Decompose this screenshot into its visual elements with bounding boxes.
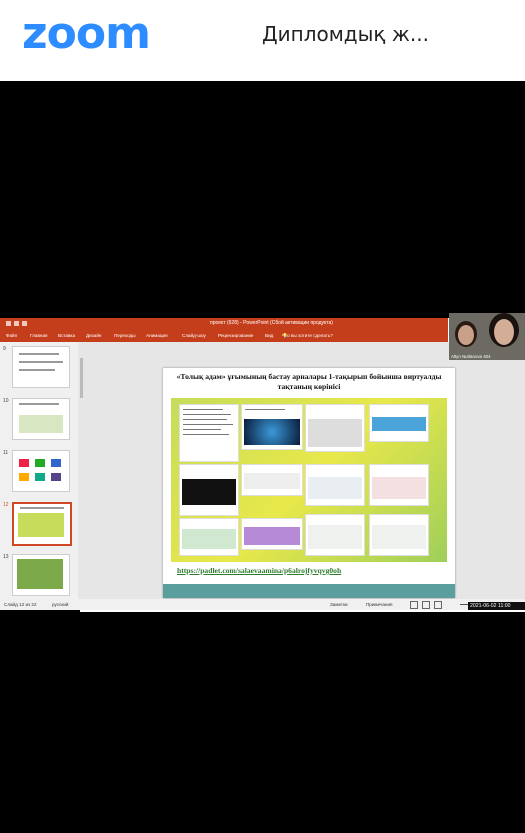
current-slide[interactable]: «Толық адам» ұғымының бастау арналары 1-… (163, 368, 455, 598)
tab-insert[interactable]: Вставка (58, 329, 75, 342)
notes-button[interactable]: Заметки (330, 599, 348, 610)
thumb-number: 11 (3, 450, 9, 456)
padlet-card (241, 404, 303, 450)
thumb-text (19, 361, 63, 363)
card-image (372, 525, 426, 549)
powerpoint-titlebar: проект (628) - PowerPoint (Сбой активаци… (0, 318, 448, 329)
tab-animation[interactable]: Анимация (146, 329, 168, 342)
padlet-link[interactable]: https://padlet.com/salaevaamina/p6alrojf… (177, 566, 341, 575)
card-image (182, 479, 236, 505)
slide-thumbnail[interactable] (12, 398, 70, 440)
thumb-text (19, 403, 59, 405)
tab-design[interactable]: Дизайн (86, 329, 101, 342)
window-title: проект (628) - PowerPoint (Сбой активаци… (210, 320, 333, 326)
scrollbar[interactable] (80, 358, 83, 398)
slide-thumbnails-panel[interactable]: 9 10 11 12 13 (0, 342, 78, 600)
card-image (308, 477, 362, 499)
thumb-image (17, 559, 63, 589)
card-image (244, 527, 300, 545)
padlet-card (305, 404, 365, 452)
thumb-logo (35, 473, 45, 481)
thumb-image (18, 513, 64, 537)
status-bar: Слайд 12 из 22 русский Заметки Примечани… (0, 599, 525, 610)
padlet-card (179, 404, 239, 462)
padlet-board-image (171, 398, 447, 562)
thumb-number: 13 (3, 554, 9, 560)
card-text (183, 429, 221, 430)
padlet-card (369, 404, 429, 442)
slide-footer-band (163, 584, 455, 598)
participant-face (458, 325, 474, 345)
card-text (183, 434, 229, 435)
tell-me-text: Что вы хотите сделать? (282, 333, 333, 338)
thumb-logo (19, 473, 29, 481)
zoom-header: zoom Дипломдық ж... (0, 0, 525, 81)
powerpoint-workspace: 9 10 11 12 13 «Толық адам» ұғымының баст… (0, 342, 525, 612)
slide-counter: Слайд 12 из 22 (4, 602, 37, 607)
thumb-number: 9 (3, 346, 6, 352)
card-text (245, 409, 285, 410)
thumb-text (20, 507, 64, 509)
normal-view-icon[interactable] (410, 601, 418, 609)
card-text (183, 409, 223, 410)
language-indicator: русский (52, 602, 69, 607)
padlet-card (305, 514, 365, 556)
shared-screen: проект (628) - PowerPoint (Сбой активаци… (0, 318, 525, 612)
card-image (182, 529, 236, 549)
quick-access-toolbar[interactable] (6, 320, 36, 327)
participant-face (494, 319, 514, 345)
taskbar-clock: 2021-06-02 11:00 (468, 602, 525, 610)
webcam-thumbnail[interactable]: Altyn Nurlanova 404 (449, 313, 525, 360)
thumb-number: 10 (3, 398, 9, 404)
padlet-card (369, 514, 429, 556)
save-icon[interactable] (6, 321, 11, 326)
tab-file[interactable]: Файл (6, 329, 17, 342)
undo-icon[interactable] (14, 321, 19, 326)
card-image (244, 473, 300, 489)
tab-review[interactable]: Рецензирование (218, 329, 253, 342)
redo-icon[interactable] (22, 321, 27, 326)
participant-name: Altyn Nurlanova 404 (451, 354, 491, 359)
tab-view[interactable]: Вид (265, 329, 273, 342)
reading-view-icon[interactable] (434, 601, 442, 609)
thumb-logo (51, 459, 61, 467)
card-image (308, 525, 362, 549)
card-image (244, 419, 300, 445)
padlet-card (305, 464, 365, 506)
card-text (183, 424, 233, 425)
tab-transitions[interactable]: Переходы (114, 329, 136, 342)
comments-button[interactable]: Примечания (366, 599, 393, 610)
thumb-number: 12 (3, 502, 9, 508)
sorter-view-icon[interactable] (422, 601, 430, 609)
zoom-logo: zoom (22, 8, 151, 59)
thumb-logo (19, 459, 29, 467)
padlet-card (241, 464, 303, 496)
thumb-logo (51, 473, 61, 481)
padlet-card (241, 518, 303, 550)
card-image (308, 419, 362, 447)
card-text (183, 419, 227, 420)
ribbon-tabs: Файл Главная Вставка Дизайн Переходы Ани… (0, 329, 448, 342)
slide-thumbnail[interactable] (12, 450, 70, 492)
padlet-card (179, 518, 239, 556)
thumb-text (19, 369, 55, 371)
card-image (372, 417, 426, 431)
thumb-text (19, 353, 59, 355)
thumb-image (19, 415, 63, 433)
slide-title: «Толық адам» ұғымының бастау арналары 1-… (176, 372, 442, 391)
thumb-logo (35, 459, 45, 467)
slide-thumbnail[interactable] (12, 346, 70, 388)
card-text (183, 414, 231, 415)
padlet-card (179, 464, 239, 516)
slide-thumbnail-selected[interactable] (12, 502, 72, 546)
tab-slideshow[interactable]: Слайд-шоу (182, 329, 206, 342)
meeting-title: Дипломдық ж... (262, 22, 429, 46)
slide-thumbnail[interactable] (12, 554, 70, 596)
card-image (372, 477, 426, 499)
padlet-card (369, 464, 429, 506)
tab-home[interactable]: Главная (30, 329, 47, 342)
